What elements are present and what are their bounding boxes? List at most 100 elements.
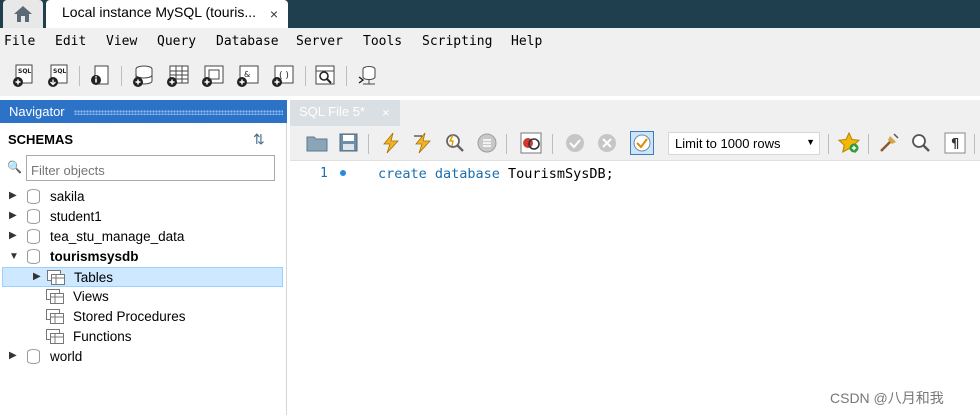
execute-current-statement-icon[interactable]	[412, 132, 434, 154]
execute-icon[interactable]	[380, 132, 402, 154]
invisible-characters-icon[interactable]: ¶	[944, 132, 966, 154]
menu-file[interactable]: File	[4, 34, 35, 49]
expand-arrow-icon[interactable]: ▶	[33, 271, 41, 282]
search-table-data-icon[interactable]	[312, 63, 338, 89]
navigator-header: Navigator	[0, 100, 287, 123]
editor-tab-bar: SQL File 5* ×	[290, 100, 980, 126]
toolbar-separator	[552, 134, 553, 154]
database-icon	[27, 349, 40, 364]
menu-help[interactable]: Help	[511, 34, 542, 49]
beautify-icon[interactable]	[878, 132, 900, 154]
schema-row-world[interactable]: ▶ world	[8, 347, 278, 367]
filter-objects-input[interactable]	[26, 155, 275, 181]
add-snippet-icon[interactable]	[838, 132, 860, 154]
menu-scripting[interactable]: Scripting	[422, 34, 492, 49]
toolbar-separator	[868, 134, 869, 154]
create-table-icon[interactable]	[165, 63, 191, 89]
expand-arrow-icon[interactable]: ▶	[9, 230, 17, 241]
toolbar-separator	[974, 134, 975, 154]
schema-name: tea_stu_manage_data	[50, 229, 185, 244]
expand-arrow-icon[interactable]: ▶	[9, 350, 17, 361]
tree-item-label: Stored Procedures	[73, 309, 186, 324]
toolbar-separator	[506, 134, 507, 154]
chevron-down-icon: ▼	[806, 137, 815, 147]
tables-folder-icon	[47, 270, 65, 285]
menu-database[interactable]: Database	[216, 34, 279, 49]
tree-item-views[interactable]: Views	[2, 287, 283, 307]
stop-icon[interactable]	[476, 132, 498, 154]
explain-icon[interactable]	[444, 132, 466, 154]
procedures-folder-icon	[46, 309, 64, 324]
menu-server[interactable]: Server	[296, 34, 343, 49]
sql-file-tab-label: SQL File 5*	[299, 104, 365, 119]
toolbar-separator	[305, 66, 306, 86]
commit-icon[interactable]	[564, 132, 586, 154]
svg-text:SQL: SQL	[18, 68, 31, 75]
collapse-arrow-icon[interactable]: ▼	[9, 251, 19, 262]
home-tab[interactable]	[3, 0, 43, 28]
expand-arrow-icon[interactable]: ▶	[9, 210, 17, 221]
open-sql-script-icon[interactable]: SQL	[45, 63, 71, 89]
schema-row-tea-stu-manage-data[interactable]: ▶ tea_stu_manage_data	[8, 227, 278, 247]
sql-editor-panel: SQL File 5* × Limit to 1000 rows ▼ ¶ 1 c…	[290, 100, 980, 415]
sql-file-tab[interactable]: SQL File 5* ×	[290, 100, 400, 126]
schema-name: student1	[50, 209, 102, 224]
sql-identifier: TourismSysDB;	[499, 166, 614, 182]
database-icon	[27, 249, 40, 264]
code-line[interactable]: create database TourismSysDB;	[378, 166, 614, 182]
limit-rows-select[interactable]: Limit to 1000 rows ▼	[668, 132, 820, 155]
svg-text:¶: ¶	[951, 137, 959, 152]
home-icon	[14, 6, 32, 22]
schema-row-tourismsysdb[interactable]: ▼ tourismsysdb	[8, 247, 278, 267]
autocommit-toggle-icon[interactable]	[630, 131, 654, 155]
save-icon[interactable]	[338, 132, 360, 154]
close-icon[interactable]: ×	[382, 105, 390, 120]
sql-keywords: create database	[378, 166, 500, 182]
create-view-icon[interactable]	[200, 63, 226, 89]
toolbar-separator	[368, 134, 369, 154]
inspector-icon[interactable]	[87, 63, 113, 89]
schema-row-sakila[interactable]: ▶ sakila	[8, 187, 278, 207]
tree-item-stored-procedures[interactable]: Stored Procedures	[2, 307, 283, 327]
toolbar-separator	[346, 66, 347, 86]
database-icon	[27, 189, 40, 204]
schemas-heading: SCHEMAS	[8, 132, 74, 147]
create-schema-icon[interactable]	[130, 63, 156, 89]
code-area[interactable]: 1 create database TourismSysDB;	[290, 162, 980, 415]
menu-edit[interactable]: Edit	[55, 34, 86, 49]
schema-name: sakila	[50, 189, 85, 204]
menu-query[interactable]: Query	[157, 34, 196, 49]
menu-view[interactable]: View	[106, 34, 137, 49]
schema-row-student1[interactable]: ▶ student1	[8, 207, 278, 227]
main-toolbar: SQL SQL & ( )	[0, 54, 980, 96]
create-procedure-icon[interactable]: &	[235, 63, 261, 89]
toolbar-separator	[79, 66, 80, 86]
rollback-icon[interactable]	[596, 132, 618, 154]
database-icon	[27, 209, 40, 224]
database-icon	[27, 229, 40, 244]
svg-text:&: &	[244, 70, 250, 79]
expand-arrow-icon[interactable]: ▶	[9, 190, 17, 201]
views-folder-icon	[46, 289, 64, 304]
new-sql-tab-icon[interactable]: SQL	[10, 63, 36, 89]
schema-name: world	[50, 349, 83, 364]
toolbar-separator	[828, 134, 829, 154]
schema-name: tourismsysdb	[50, 249, 139, 264]
connection-tab[interactable]: Local instance MySQL (touris... ×	[46, 0, 288, 28]
reconnect-icon[interactable]	[354, 63, 380, 89]
close-icon[interactable]: ×	[270, 6, 278, 22]
create-function-icon[interactable]: ( )	[270, 63, 296, 89]
tree-item-functions[interactable]: Functions	[2, 327, 283, 347]
statement-marker-icon	[340, 170, 346, 176]
tree-item-tables[interactable]: ▶ Tables	[2, 267, 283, 287]
toolbar-separator	[121, 66, 122, 86]
toggle-error-stop-icon[interactable]	[520, 132, 542, 154]
tree-item-label: Views	[73, 289, 109, 304]
functions-folder-icon	[46, 329, 64, 344]
title-bar: Local instance MySQL (touris... ×	[0, 0, 980, 28]
find-icon[interactable]	[910, 132, 932, 154]
refresh-icon[interactable]: ⇅	[253, 131, 265, 148]
header-grip	[74, 110, 283, 115]
menu-tools[interactable]: Tools	[363, 34, 402, 49]
open-file-icon[interactable]	[306, 132, 328, 154]
